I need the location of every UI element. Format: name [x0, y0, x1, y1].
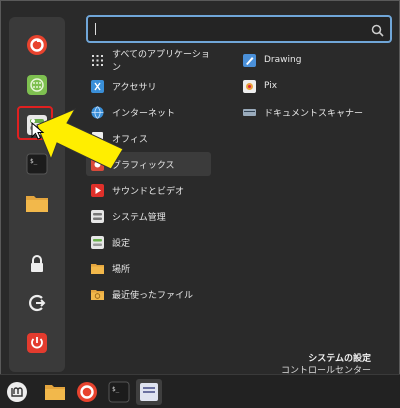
- category-label: アクセサリ: [112, 82, 157, 93]
- category-sound-video[interactable]: サウンドとビデオ: [86, 178, 211, 202]
- terminal-icon[interactable]: $_: [106, 379, 132, 405]
- software-manager-icon[interactable]: [23, 71, 51, 99]
- folder-icon: [91, 262, 104, 275]
- app-pix[interactable]: Pix: [243, 77, 277, 95]
- category-label: 設定: [112, 238, 131, 249]
- accessories-icon: [91, 79, 104, 93]
- category-recent-files[interactable]: 最近使ったファイル: [86, 282, 211, 306]
- pix-icon: [243, 79, 256, 93]
- category-places[interactable]: 場所: [86, 256, 211, 280]
- lock-icon[interactable]: [23, 250, 51, 278]
- app-label: ドキュメントスキャナー: [264, 108, 364, 119]
- app-document-scanner[interactable]: ドキュメントスキャナー: [243, 103, 363, 121]
- category-label: サウンドとビデオ: [112, 186, 185, 197]
- scanner-icon: [243, 106, 256, 119]
- category-all-applications[interactable]: すべてのアプリケーション: [86, 48, 211, 73]
- files-icon[interactable]: [23, 189, 51, 217]
- category-preferences[interactable]: 設定: [86, 230, 211, 254]
- category-accessories[interactable]: アクセサリ: [86, 74, 211, 98]
- category-label: 場所: [112, 264, 131, 275]
- recent-files-icon: [91, 288, 104, 301]
- search-icon: [371, 22, 384, 41]
- menu-window: $_ すべてのアプリケーション アクセサリ インターネット オフィス グラフィッ…: [0, 0, 400, 407]
- firefox-icon[interactable]: [74, 379, 100, 405]
- logout-icon[interactable]: [23, 289, 51, 317]
- category-label: 最近使ったファイル: [112, 290, 194, 301]
- category-label: システム管理: [112, 212, 166, 223]
- power-icon[interactable]: [23, 329, 51, 357]
- menu-icon[interactable]: [4, 379, 30, 405]
- text-caret: [95, 23, 96, 35]
- category-label: すべてのアプリケーション: [112, 50, 210, 73]
- app-label: Drawing: [264, 55, 302, 65]
- app-drawing[interactable]: Drawing: [243, 51, 301, 69]
- annotation-arrow: [36, 107, 124, 170]
- mouse-cursor-icon: [31, 122, 45, 140]
- settings-icon: [91, 209, 104, 223]
- preferences-icon: [91, 235, 104, 249]
- search-box[interactable]: [86, 15, 392, 43]
- active-window-icon[interactable]: [136, 379, 162, 405]
- favorites-panel: $_: [9, 17, 65, 372]
- taskbar: $_: [0, 374, 400, 408]
- app-label: Pix: [264, 81, 278, 91]
- drawing-icon: [243, 53, 256, 67]
- grid-icon: [91, 54, 104, 67]
- video-icon: [91, 183, 104, 197]
- files-icon[interactable]: [42, 379, 68, 405]
- category-administration[interactable]: システム管理: [86, 204, 211, 228]
- svg-text:$_: $_: [112, 386, 120, 393]
- firefox-icon[interactable]: [23, 31, 51, 59]
- search-input[interactable]: [92, 19, 366, 41]
